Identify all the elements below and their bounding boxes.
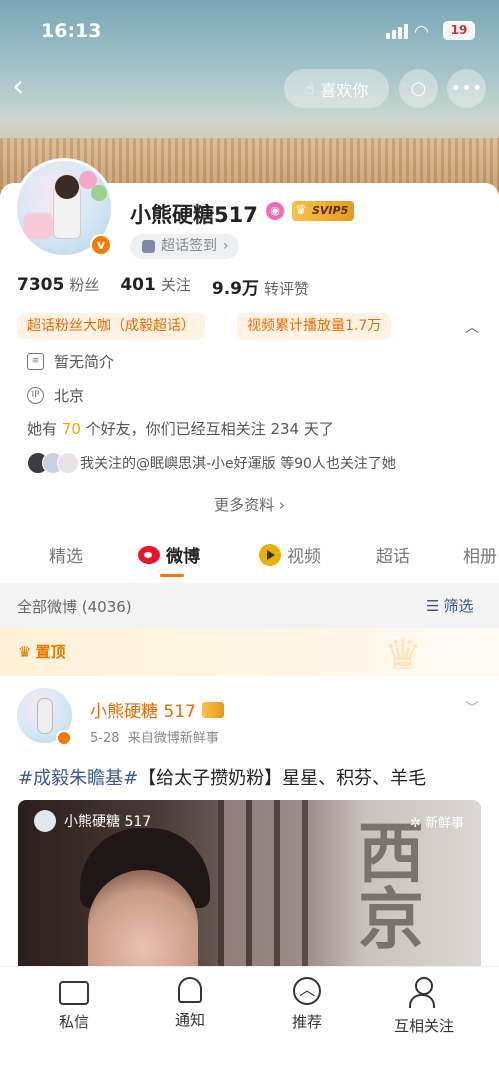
bio-row: ≡ 暂无简介 <box>27 351 114 372</box>
battery-indicator: 19 <box>443 21 475 40</box>
profile-tabs: 精选 微博 视频 超话 相册 <box>0 532 499 580</box>
post-text[interactable]: #成毅朱瞻基#【给太子攒奶粉】星星、积芬、羊毛 <box>18 764 426 790</box>
post-hashtag[interactable]: #成毅朱瞻基# <box>18 768 138 789</box>
chevron-right-icon: › <box>278 496 285 514</box>
image-badge: ✲ 新鲜事 <box>410 816 465 831</box>
more-info-link[interactable]: 更多资料 › <box>0 494 499 515</box>
profile-name: 小熊硬糖517 <box>130 203 258 227</box>
crown-icon: ♛ <box>18 642 32 661</box>
tab-album[interactable]: 相册 <box>463 542 497 567</box>
like-you-label: 喜欢你 <box>320 80 369 100</box>
chevron-down-icon[interactable]: ﹀ <box>465 698 479 718</box>
supertopic-signin-button[interactable]: 超话签到 › <box>130 234 239 259</box>
hand-icon: ☝ <box>304 79 315 98</box>
status-time: 16:13 <box>41 20 102 42</box>
message-button[interactable]: 私信 <box>29 977 119 1032</box>
post-meta: 5-28 来自微博新鲜事 <box>90 727 219 746</box>
bio-text: 暂无简介 <box>54 353 115 371</box>
weibo-post[interactable]: 小熊硬糖 517 5-28 来自微博新鲜事 ﹀ #成毅朱瞻基#【给太子攒奶粉】星… <box>0 676 499 976</box>
document-icon: ≡ <box>27 353 44 370</box>
recommend-button[interactable]: ︿ 推荐 <box>262 977 352 1032</box>
verified-badge-icon: v <box>90 234 112 256</box>
calendar-check-icon <box>142 240 155 253</box>
more-icon[interactable]: ••• <box>447 69 486 108</box>
stat-followers[interactable]: 7305 粉丝 <box>17 274 99 299</box>
pinned-banner: ♛ 置顶 ♛ <box>0 628 499 679</box>
image-watermark: 小熊硬糖 517 <box>34 810 151 832</box>
post-source: 来自微博新鲜事 <box>127 731 219 746</box>
signal-icon <box>386 24 408 39</box>
status-bar: 16:13 ◠ 19 <box>0 18 499 46</box>
active-tab-indicator <box>160 574 184 577</box>
vip-crown-icon <box>201 701 224 718</box>
ip-icon: IP <box>27 387 44 404</box>
bottom-action-bar: 私信 通知 ︿ 推荐 互相关注 <box>0 966 499 1080</box>
mutual-follow-icon <box>409 977 439 1009</box>
post-image[interactable]: 西京 小熊硬糖 517 ✲ 新鲜事 <box>18 800 481 970</box>
pinned-label: ♛ 置顶 <box>18 642 66 662</box>
tab-featured[interactable]: 精选 <box>49 542 83 567</box>
friends-count[interactable]: 70 <box>62 420 81 438</box>
location-row: IP 北京 <box>27 385 84 406</box>
verified-badge-icon <box>56 730 72 746</box>
filter-button[interactable]: ☰ 筛选 <box>426 595 473 616</box>
tab-supertopic[interactable]: 超话 <box>376 542 410 567</box>
chevron-right-icon: › <box>223 238 229 254</box>
location-text: 北京 <box>54 387 85 405</box>
image-calligraphy: 西京 <box>358 814 424 958</box>
stat-interactions[interactable]: 9.9万 转评赞 <box>212 274 309 299</box>
message-icon <box>59 981 89 1005</box>
bell-icon <box>178 977 202 1003</box>
like-you-button[interactable]: ☝ 喜欢你 <box>284 69 389 108</box>
crown-decoration-icon: ♛ <box>384 630 422 679</box>
supertopic-signin-label: 超话签到 <box>161 238 217 254</box>
tag-supertopic-fan[interactable]: 超话粉丝大咖（成毅超话） <box>17 313 205 339</box>
mutual-followers-row[interactable]: 我关注的@眠嶼思淇-小e好運版 等90人也关注了她 <box>27 452 396 474</box>
level-icon[interactable]: ◉ <box>266 202 284 220</box>
svip-badge[interactable]: SVIP5 <box>292 201 354 221</box>
friends-info: 她有 70 个好友，你们已经互相关注 234 天了 <box>27 420 334 438</box>
weibo-icon <box>138 545 160 564</box>
post-author[interactable]: 小熊硬糖 517 <box>90 697 224 722</box>
mutual-text: 我关注的@眠嶼思淇-小e好運版 等90人也关注了她 <box>80 456 396 472</box>
back-icon[interactable]: ‹ <box>12 72 36 104</box>
tab-video[interactable]: 视频 <box>259 542 321 567</box>
wifi-icon: ◠ <box>414 22 429 42</box>
chevron-up-icon[interactable]: ︿ <box>465 317 481 336</box>
all-weibo-count: 全部微博 (4036) <box>17 598 132 616</box>
recommend-icon: ︿ <box>293 977 321 1005</box>
filter-bar: 全部微博 (4036) ☰ 筛选 <box>0 583 499 628</box>
tab-weibo[interactable]: 微博 <box>138 542 200 567</box>
video-icon <box>259 543 281 566</box>
tag-video-plays[interactable]: 视频累计播放量1.7万 <box>237 313 392 339</box>
profile-stats: 7305 粉丝 401 关注 9.9万 转评赞 <box>17 274 330 299</box>
mutual-follow-button[interactable]: 互相关注 <box>379 977 469 1036</box>
notify-button[interactable]: 通知 <box>145 977 235 1030</box>
mutual-avatars <box>27 452 79 474</box>
filter-icon: ☰ <box>426 596 440 615</box>
stat-following[interactable]: 401 关注 <box>120 274 191 299</box>
search-icon[interactable]: ○ <box>399 69 438 108</box>
post-date: 5-28 <box>90 731 120 746</box>
